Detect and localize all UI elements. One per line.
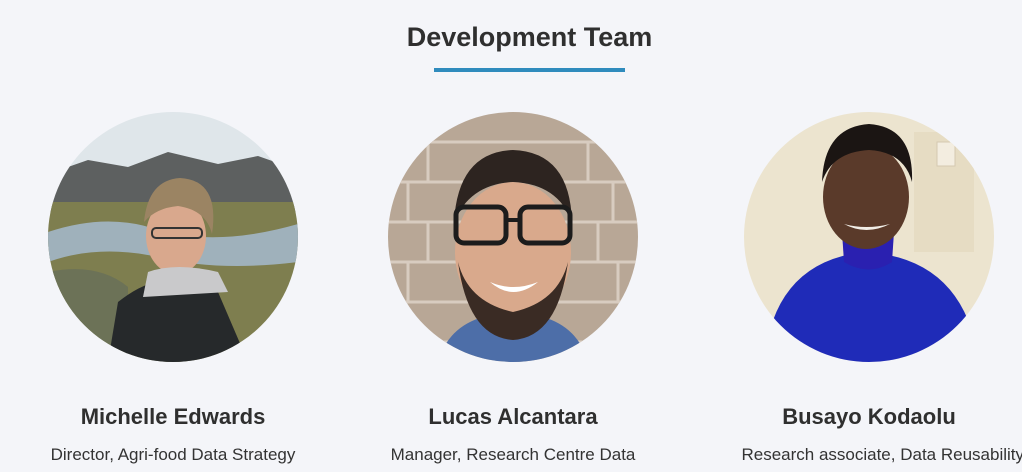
indoor-portrait-image bbox=[744, 112, 994, 362]
landscape-portrait-image bbox=[48, 112, 298, 362]
member-name: Busayo Kodaolu bbox=[782, 404, 956, 429]
team-member-card: Busayo Kodaolu Research associate, Data … bbox=[689, 112, 1022, 472]
team-member-card: Michelle Edwards Director, Agri-food Dat… bbox=[0, 112, 353, 472]
brick-wall-portrait-image bbox=[388, 112, 638, 362]
member-role: Director, Agri-food Data Strategy bbox=[50, 445, 296, 464]
team-member-card: Lucas Alcantara Manager, Research Centre… bbox=[333, 112, 693, 472]
member-name: Lucas Alcantara bbox=[428, 404, 598, 429]
member-photo bbox=[744, 112, 994, 362]
member-photo bbox=[388, 112, 638, 362]
title-underline bbox=[434, 68, 625, 72]
member-role: Research associate, Data Reusability bbox=[741, 445, 1022, 464]
member-role: Manager, Research Centre Data bbox=[390, 445, 636, 464]
member-photo bbox=[48, 112, 298, 362]
section-title: Development Team bbox=[406, 22, 653, 52]
member-name: Michelle Edwards bbox=[80, 404, 266, 429]
